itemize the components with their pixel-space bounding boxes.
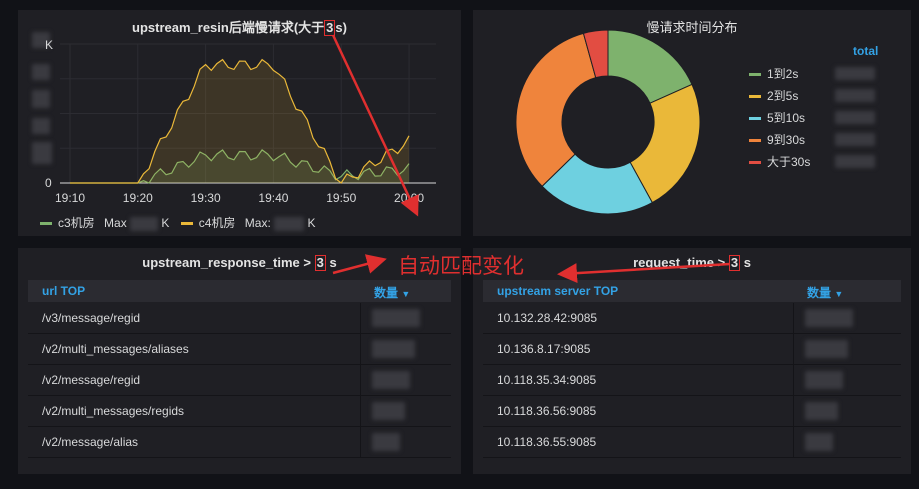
threshold-value: 3 xyxy=(314,255,326,271)
resin-graph-panel: upstream_resin后端慢请求(大于 3 s) K 0 19:10 19:20… xyxy=(18,10,461,236)
legend-max-redacted xyxy=(274,216,305,231)
server-table-panel: request_time > 3 s upstream server TOP 数… xyxy=(473,248,911,474)
column-header-url[interactable]: url TOP xyxy=(42,284,85,298)
legend-total-header[interactable]: total xyxy=(853,44,878,58)
legend-max-redacted xyxy=(130,216,159,231)
column-divider xyxy=(793,396,794,426)
table-row[interactable]: /v2/message/regid xyxy=(28,365,451,396)
table-cell-name: /v2/multi_messages/aliases xyxy=(42,342,189,356)
legend-swatch xyxy=(749,73,761,77)
table-cell-name: /v2/message/regid xyxy=(42,373,141,387)
threshold-value: 3 xyxy=(728,255,741,271)
legend-total-redacted xyxy=(835,89,875,102)
legend-swatch-c3 xyxy=(40,222,52,226)
table-row[interactable]: /v2/multi_messages/aliases xyxy=(28,334,451,365)
table-cell-count-redacted xyxy=(372,433,400,451)
caret-down-icon: ▼ xyxy=(834,289,844,299)
table-header: url TOP 数量 ▼ xyxy=(28,280,451,302)
table-row[interactable]: 10.132.28.42:9085 xyxy=(483,303,901,334)
table-cell-name: /v2/message/alias xyxy=(42,435,139,449)
table-cell-count-redacted xyxy=(805,371,843,389)
pie-legend-item[interactable]: 大于30s xyxy=(749,153,810,170)
line-chart[interactable]: 19:10 19:20 19:30 19:40 19:50 20:00 xyxy=(18,10,461,236)
column-divider xyxy=(360,365,361,395)
table-cell-count-redacted xyxy=(805,402,838,420)
column-header-count[interactable]: 数量 ▼ xyxy=(374,284,410,301)
column-divider xyxy=(360,334,361,364)
table-cell-name: 10.136.8.17:9085 xyxy=(497,342,591,356)
series-area xyxy=(70,59,410,183)
pie-panel: 慢请求时间分布 total 1到2s 2到5s 5到10s 9到30s 大于30s xyxy=(473,10,911,236)
column-divider xyxy=(793,334,794,364)
table-row[interactable]: 10.118.36.55:9085 xyxy=(483,427,901,458)
column-divider xyxy=(793,303,794,333)
table-cell-name: 10.118.35.34:9085 xyxy=(497,373,597,387)
x-tick-label: 19:10 xyxy=(55,191,85,205)
x-tick-label: 19:50 xyxy=(326,191,356,205)
legend-swatch xyxy=(749,161,761,165)
legend-series-c3[interactable]: c3机房 xyxy=(58,216,95,230)
pie-legend-item[interactable]: 1到2s xyxy=(749,65,798,82)
column-header-server[interactable]: upstream server TOP xyxy=(497,284,618,298)
x-tick-label: 19:40 xyxy=(258,191,288,205)
x-tick-label: 19:30 xyxy=(191,191,221,205)
table-row[interactable]: 10.136.8.17:9085 xyxy=(483,334,901,365)
panel-title[interactable]: request_time > 3 s xyxy=(473,255,911,271)
graph-legend: c3机房 Max K c4机房 Max: K xyxy=(40,214,316,231)
annotation-text: 自动匹配变化 xyxy=(398,254,524,278)
caret-down-icon: ▼ xyxy=(401,289,411,299)
table-cell-name: /v3/message/regid xyxy=(42,311,141,325)
pie-legend-item[interactable]: 2到5s xyxy=(749,87,798,104)
table-cell-name: /v2/multi_messages/regids xyxy=(42,404,185,418)
table-cell-name: 10.118.36.55:9085 xyxy=(497,435,597,449)
x-tick-label: 19:20 xyxy=(123,191,153,205)
column-divider xyxy=(360,303,361,333)
legend-label: 2到5s xyxy=(767,89,799,103)
table-row[interactable]: /v3/message/regid xyxy=(28,303,451,334)
table-cell-count-redacted xyxy=(805,433,833,451)
legend-series-c4[interactable]: c4机房 xyxy=(199,216,236,230)
column-divider xyxy=(793,427,794,457)
table-cell-count-redacted xyxy=(372,402,405,420)
legend-total-redacted xyxy=(835,111,875,124)
table-header: upstream server TOP 数量 ▼ xyxy=(483,280,901,302)
legend-swatch xyxy=(749,95,761,99)
legend-total-redacted xyxy=(835,67,875,80)
table-cell-count-redacted xyxy=(372,371,410,389)
table-cell-name: 10.132.28.42:9085 xyxy=(497,311,598,325)
column-divider xyxy=(360,427,361,457)
table-cell-count-redacted xyxy=(372,340,415,358)
pie-legend-item[interactable]: 5到10s xyxy=(749,109,805,126)
legend-swatch xyxy=(749,117,761,121)
panel-title[interactable]: upstream_response_time > 3 s xyxy=(18,255,461,271)
table-row[interactable]: /v2/message/alias xyxy=(28,427,451,458)
column-header-count[interactable]: 数量 ▼ xyxy=(807,284,843,301)
table-cell-count-redacted xyxy=(805,309,853,327)
table-row[interactable]: 10.118.36.56:9085 xyxy=(483,396,901,427)
legend-total-redacted xyxy=(835,133,875,146)
table-row[interactable]: /v2/multi_messages/regids xyxy=(28,396,451,427)
pie-legend-item[interactable]: 9到30s xyxy=(749,131,805,148)
url-table-panel: upstream_response_time > 3 s url TOP 数量 … xyxy=(18,248,461,474)
legend-label: 5到10s xyxy=(767,111,806,125)
legend-label: 9到30s xyxy=(767,133,806,147)
legend-total-redacted xyxy=(835,155,875,168)
column-divider xyxy=(360,396,361,426)
table-cell-name: 10.118.36.56:9085 xyxy=(497,404,597,418)
table-row[interactable]: 10.118.35.34:9085 xyxy=(483,365,901,396)
x-tick-label: 20:00 xyxy=(394,191,424,205)
table-cell-count-redacted xyxy=(372,309,420,327)
legend-label: 1到2s xyxy=(767,67,799,81)
legend-swatch-c4 xyxy=(180,222,193,226)
column-divider xyxy=(793,365,794,395)
table-cell-count-redacted xyxy=(805,340,848,358)
legend-label: 大于30s xyxy=(767,155,811,169)
legend-swatch xyxy=(749,139,761,143)
